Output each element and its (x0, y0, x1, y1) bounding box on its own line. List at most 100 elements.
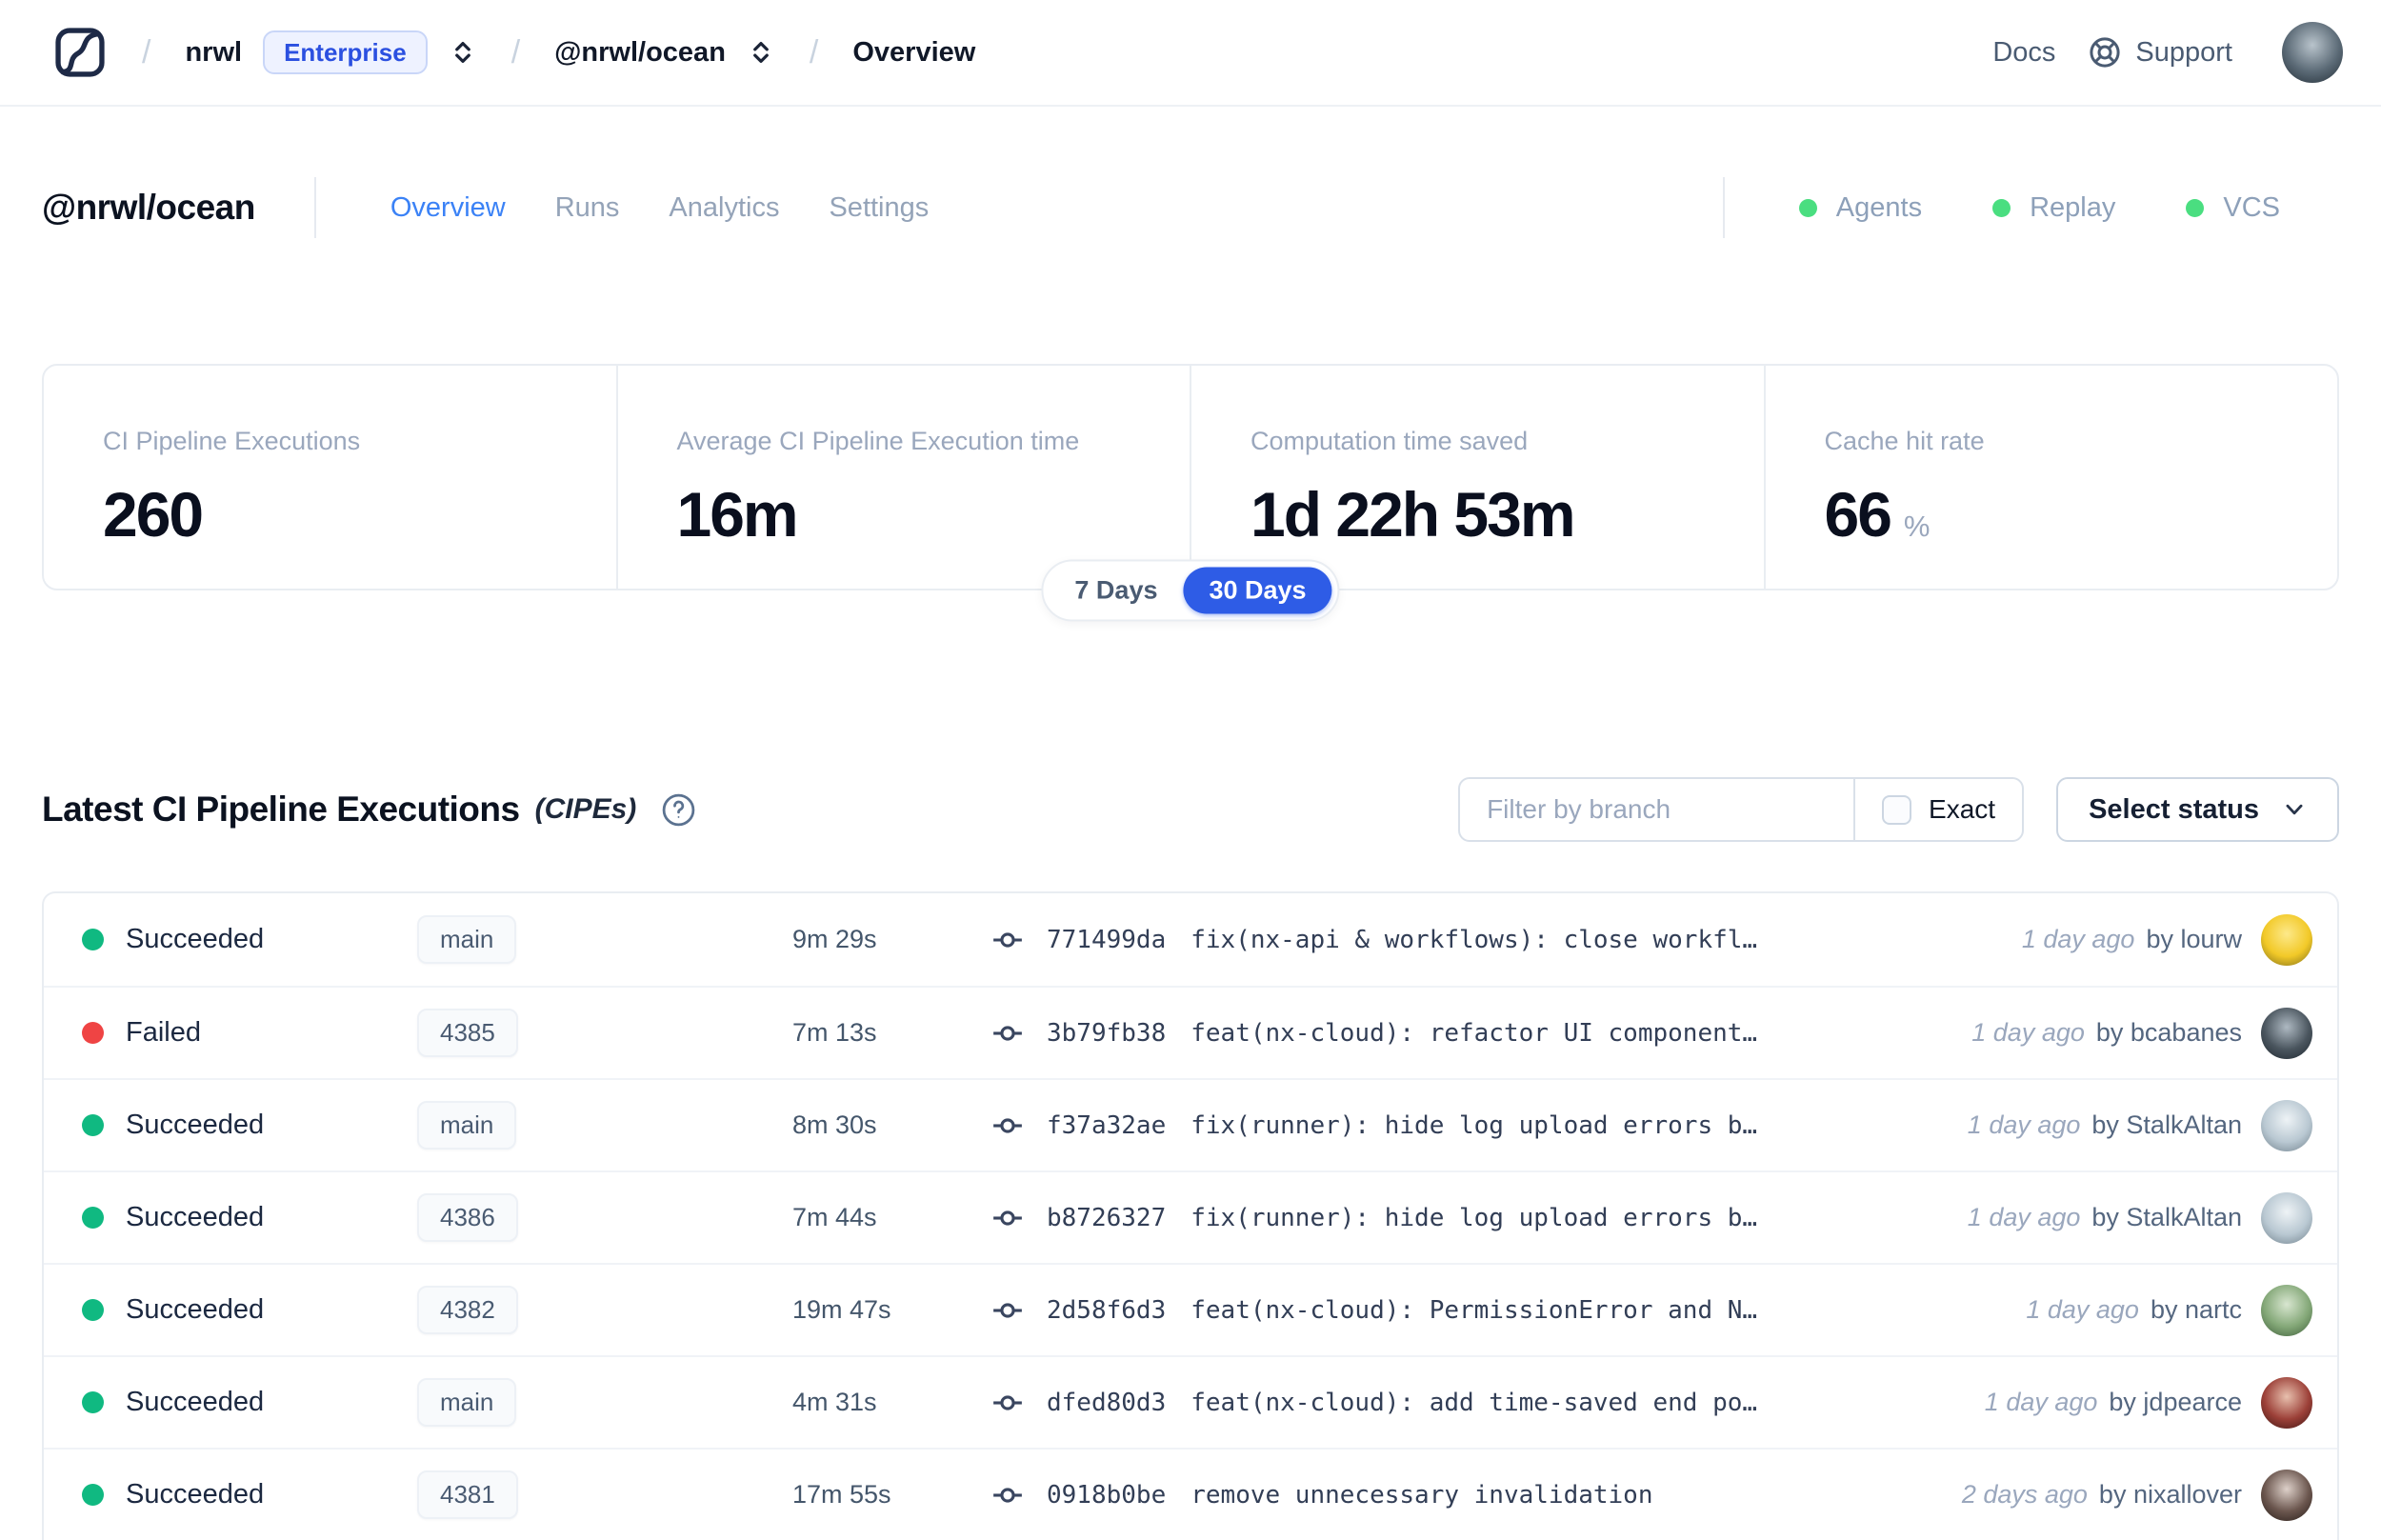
table-row[interactable]: Succeeded main 4m 31s dfed80d3 feat(nx-c… (44, 1355, 2337, 1448)
branch-cell: 4381 (406, 1470, 668, 1520)
chevron-down-icon (2286, 804, 2303, 815)
nx-cloud-logo-icon[interactable] (52, 25, 108, 80)
author: by lourw (2146, 925, 2242, 953)
table-row[interactable]: Succeeded 4381 17m 55s 0918b0be remove u… (44, 1448, 2337, 1540)
stat-card: Computation time saved 1d 22h 53m (1190, 366, 1764, 589)
stat-value: 260 (103, 483, 557, 546)
status-dot-icon (82, 1391, 104, 1413)
support-link[interactable]: Support (2088, 35, 2232, 70)
stat-value-number: 1d 22h 53m (1251, 479, 1576, 550)
cipes-header: Latest CI Pipeline Executions (CIPEs) Ex… (42, 777, 2339, 842)
status-label: Succeeded (126, 1110, 265, 1140)
breadcrumb-separator: / (142, 33, 151, 70)
meta-cell: 1 day ago by lourw (2022, 913, 2337, 966)
stat-value-number: 16m (676, 479, 799, 550)
stat-label: Cache hit rate (1824, 427, 1985, 455)
breadcrumb-separator: / (510, 33, 521, 70)
status-indicator-vcs[interactable]: VCS (2186, 192, 2280, 224)
branch-filter-input[interactable] (1460, 779, 1854, 840)
table-row[interactable]: Succeeded 4386 7m 44s b8726327 fix(runne… (44, 1170, 2337, 1263)
breadcrumb-separator: / (809, 33, 819, 70)
table-row[interactable]: Succeeded main 9m 29s 771499da fix(nx-ap… (44, 893, 2337, 986)
cipes-table: Succeeded main 9m 29s 771499da fix(nx-ap… (42, 891, 2339, 1540)
tab-runs[interactable]: Runs (555, 192, 620, 224)
status-label: Succeeded (126, 1294, 265, 1325)
range-option-7-days[interactable]: 7 Days (1049, 568, 1183, 614)
avatar (2261, 1376, 2312, 1429)
help-icon[interactable] (661, 792, 696, 828)
select-status-dropdown[interactable]: Select status (2056, 777, 2339, 842)
avatar (2261, 1469, 2312, 1521)
avatar (2261, 913, 2312, 966)
user-avatar[interactable] (2282, 22, 2343, 83)
branch-badge: main (417, 1100, 517, 1150)
avatar (2261, 1099, 2312, 1151)
table-row[interactable]: Succeeded main 8m 30s f37a32ae fix(runne… (44, 1078, 2337, 1170)
divider (313, 177, 316, 238)
git-commit-icon (993, 931, 1022, 948)
workspace-header: @nrwl/ocean Overview Runs Analytics Sett… (42, 177, 2339, 238)
avatar (2261, 1007, 2312, 1059)
branch-cell: 4386 (406, 1192, 668, 1243)
status-indicator-label: Replay (2030, 191, 2116, 223)
lifebuoy-icon (2090, 37, 2121, 68)
duration: 7m 13s (792, 1018, 877, 1047)
docs-link[interactable]: Docs (1992, 37, 2055, 69)
status-dot-icon (82, 1484, 104, 1506)
branch-cell: 4382 (406, 1285, 668, 1335)
stat-value: 16m (677, 483, 1131, 546)
status-indicator-agents[interactable]: Agents (1798, 191, 1923, 224)
duration: 17m 55s (792, 1480, 891, 1509)
breadcrumb-page: Overview (852, 36, 976, 68)
commit-hash: 3b79fb38 (1047, 1018, 1167, 1048)
status-indicator-label: Agents (1835, 191, 1923, 223)
commit-cell: b8726327 fix(runner): hide log upload er… (991, 1202, 1939, 1234)
branch-cell: main (406, 1100, 668, 1150)
divider (1722, 177, 1725, 238)
table-row[interactable]: Succeeded 4382 19m 47s 2d58f6d3 feat(nx-… (44, 1263, 2337, 1355)
range-option-30-days[interactable]: 30 Days (1183, 567, 1332, 614)
branch-badge: 4385 (417, 1008, 518, 1058)
commit-cell: f37a32ae fix(runner): hide log upload er… (991, 1110, 1939, 1142)
commit-cell: 0918b0be remove unnecessary invalidation (991, 1479, 1933, 1511)
status-cell: Succeeded (44, 1110, 406, 1141)
author: by nixallover (2098, 1480, 2242, 1509)
commit-message: feat(nx-cloud): add time-saved end po… (1190, 1388, 1758, 1417)
commit-message: feat(nx-cloud): refactor UI component… (1190, 1018, 1758, 1048)
status-label: Succeeded (126, 1479, 265, 1510)
exact-checkbox[interactable] (1882, 794, 1912, 825)
branch-badge: main (417, 1377, 517, 1428)
meta-cell: 1 day ago by StalkAltan (1968, 1191, 2337, 1244)
exact-label: Exact (1929, 794, 1996, 824)
duration: 7m 44s (792, 1203, 877, 1231)
commit-hash: 2d58f6d3 (1047, 1295, 1167, 1325)
git-commit-icon (993, 1487, 1022, 1503)
online-dot-icon (1992, 198, 2011, 217)
online-dot-icon (1798, 198, 1817, 217)
git-commit-icon (993, 1394, 1022, 1410)
stat-card: Cache hit rate 66 % (1763, 366, 2338, 589)
top-nav-bar: / nrwl Enterprise / @nrwl/ocean / Overvi… (0, 0, 2381, 107)
tab-overview[interactable]: Overview (390, 192, 506, 224)
stat-value-number: 260 (103, 479, 204, 550)
stat-value-suffix: % (1903, 510, 1931, 543)
status-indicator-replay[interactable]: Replay (1992, 192, 2115, 224)
tab-analytics[interactable]: Analytics (669, 192, 779, 224)
status-dot-icon (82, 1299, 104, 1321)
chevron-up-down-icon[interactable] (747, 38, 775, 67)
tab-settings[interactable]: Settings (829, 192, 929, 224)
cipes-title-suffix: (CIPEs) (534, 793, 637, 825)
chevron-up-down-icon[interactable] (449, 38, 477, 67)
workspace-tabs: Overview Runs Analytics Settings (390, 192, 929, 224)
stat-value: 66 % (1825, 483, 2279, 546)
org-selector[interactable]: nrwl Enterprise (185, 30, 476, 74)
git-commit-icon (993, 1117, 1022, 1133)
status-cell: Succeeded (44, 1387, 406, 1418)
commit-message: fix(runner): hide log upload errors b… (1190, 1110, 1758, 1140)
commit-cell: dfed80d3 feat(nx-cloud): add time-saved … (991, 1387, 1956, 1419)
commit-message: feat(nx-cloud): PermissionError and N… (1190, 1295, 1758, 1325)
table-row[interactable]: Failed 4385 7m 13s 3b79fb38 feat(nx-clou… (44, 986, 2337, 1078)
workspace-selector[interactable]: @nrwl/ocean (554, 37, 775, 69)
status-cell: Succeeded (44, 1202, 406, 1233)
avatar (2261, 1191, 2312, 1244)
